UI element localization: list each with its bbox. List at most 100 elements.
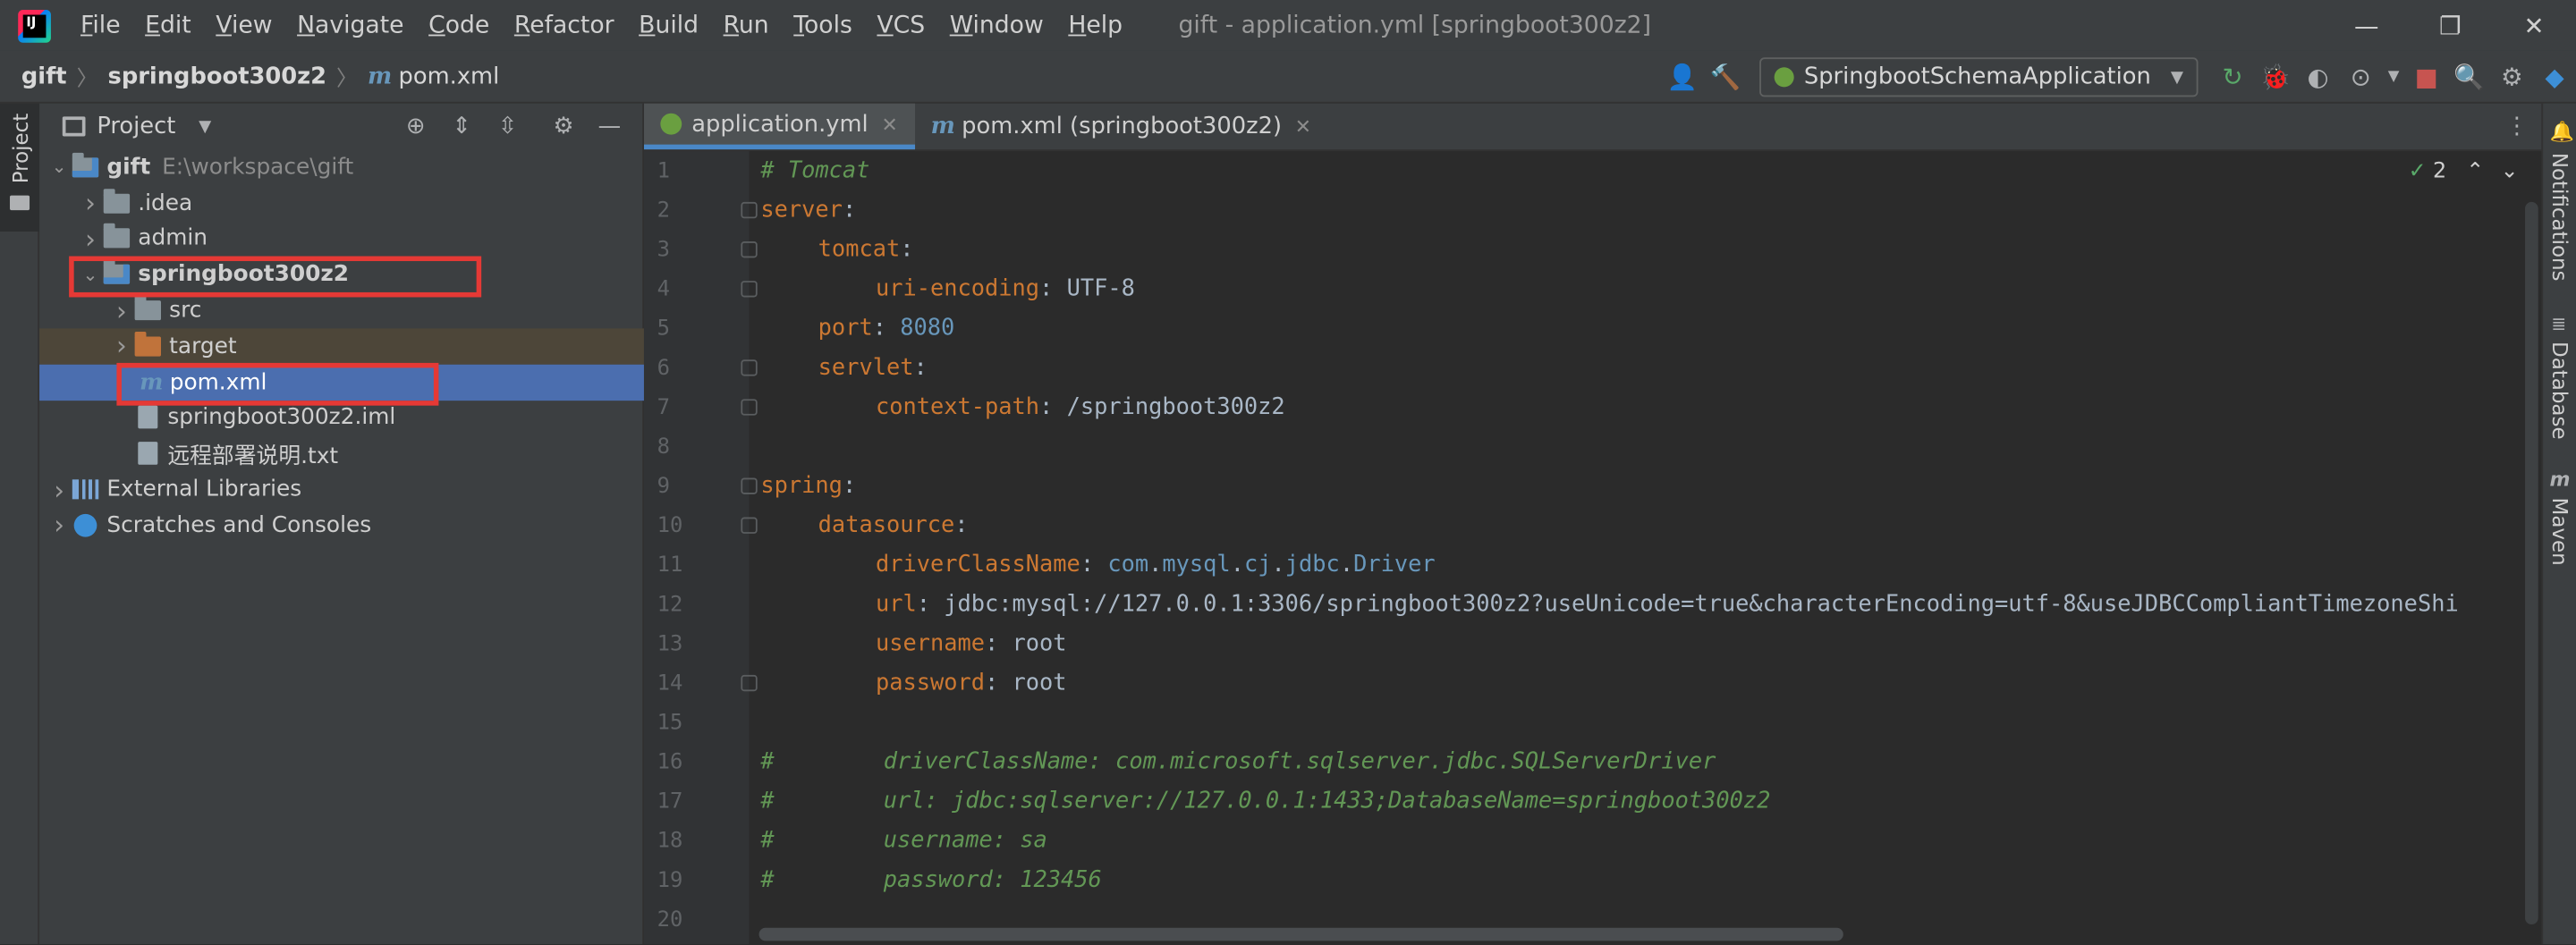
chevron-up-icon[interactable]: ⌃ — [2466, 159, 2484, 184]
restore-button[interactable]: ❐ — [2409, 0, 2493, 51]
chevron-right-icon[interactable]: › — [77, 224, 103, 255]
user-icon[interactable]: 👤 — [1661, 55, 1704, 98]
build-hammer-icon[interactable]: 🔨 — [1704, 55, 1747, 98]
project-tool-tab[interactable]: Project — [0, 103, 40, 232]
code-token: cj — [1243, 552, 1272, 578]
horizontal-scrollbar[interactable] — [758, 927, 1843, 941]
fold-marker-icon[interactable] — [741, 477, 758, 494]
chevron-down-icon[interactable]: ⌄ — [46, 156, 72, 178]
jetbrains-ai-icon[interactable]: ◆ — [2533, 55, 2576, 98]
breadcrumb-module[interactable]: springboot300z2 — [108, 63, 326, 89]
maven-tab[interactable]: Maven — [2548, 498, 2573, 566]
hide-panel-icon[interactable]: — — [587, 114, 632, 139]
excluded-folder-icon — [134, 331, 161, 357]
check-icon: ✓ — [2408, 159, 2427, 184]
editor-tab[interactable]: application.yml ✕ — [643, 103, 915, 150]
breadcrumb-file[interactable]: pom.xml — [399, 63, 500, 89]
editor-tab[interactable]: m pom.xml (springboot300z2) ✕ — [914, 104, 1327, 149]
chevron-right-icon[interactable]: › — [77, 188, 103, 219]
menu-run[interactable]: Run — [724, 13, 769, 38]
code-text: servlet: — [760, 355, 928, 381]
fold-marker-icon[interactable] — [741, 359, 758, 376]
breadcrumb-root[interactable]: gift — [21, 63, 67, 89]
line-number: 16 — [657, 749, 683, 775]
chevron-down-icon[interactable]: ▼ — [2382, 55, 2405, 98]
menu-tools[interactable]: Tools — [793, 13, 852, 38]
code-token: : — [954, 512, 969, 539]
code-text: # url: jdbc:sqlserver://127.0.0.1:1433;D… — [760, 789, 1770, 814]
profiler-icon[interactable]: ⊙ — [2339, 55, 2382, 98]
vertical-scrollbar[interactable] — [2525, 201, 2538, 925]
gear-icon[interactable]: ⚙ — [2490, 55, 2533, 98]
chevron-right-icon[interactable]: › — [46, 474, 72, 505]
minimize-button[interactable]: — — [2325, 0, 2409, 51]
menu-refactor[interactable]: Refactor — [514, 13, 614, 38]
stop-icon[interactable]: ■ — [2405, 55, 2448, 98]
expand-all-icon[interactable]: ⇕ — [438, 114, 484, 139]
more-options-icon[interactable]: ⋮ — [2505, 114, 2529, 139]
close-icon[interactable]: ✕ — [1295, 115, 1311, 139]
tree-item-label: admin — [138, 225, 208, 252]
rerun-icon[interactable]: ↻ — [2211, 55, 2254, 98]
coverage-icon[interactable]: ◐ — [2297, 55, 2340, 98]
fold-marker-icon[interactable] — [741, 674, 758, 692]
inspection-widget[interactable]: ✓ 2 ⌃ ⌄ — [2409, 159, 2519, 184]
fold-marker-icon[interactable] — [741, 240, 758, 258]
notifications-tab[interactable]: Notifications — [2548, 153, 2573, 282]
menu-file[interactable]: File — [80, 13, 121, 38]
tree-item-label: External Libraries — [106, 476, 302, 503]
code-token: password — [875, 670, 986, 696]
menu-help[interactable]: Help — [1068, 13, 1123, 38]
menu-edit[interactable]: Edit — [145, 13, 191, 38]
line-number: 20 — [657, 907, 683, 932]
code-token: : — [872, 315, 901, 342]
debug-icon[interactable]: 🐞 — [2254, 55, 2297, 98]
fold-marker-icon[interactable] — [741, 201, 758, 219]
close-icon[interactable]: ✕ — [881, 113, 897, 136]
chevron-right-icon[interactable]: › — [108, 295, 134, 326]
menu-build[interactable]: Build — [639, 13, 699, 38]
tree-item[interactable]: › src — [39, 292, 644, 328]
tree-item[interactable]: m pom.xml — [39, 364, 644, 401]
fold-marker-icon[interactable] — [741, 281, 758, 298]
chevron-down-icon[interactable]: ⌄ — [77, 264, 103, 285]
line-number: 4 — [657, 276, 671, 302]
tree-item[interactable]: 远程部署说明.txt — [39, 435, 644, 471]
chevron-down-icon[interactable]: ▼ — [199, 117, 211, 135]
menu-view[interactable]: View — [216, 13, 272, 38]
tree-item[interactable]: ⌄ gift E:\workspace\gift — [39, 149, 644, 185]
project-tree: ⌄ gift E:\workspace\gift › .idea › admin ⌄ sprin… — [39, 149, 644, 543]
tree-item[interactable]: › target — [39, 328, 644, 365]
menu-navigate[interactable]: Navigate — [297, 13, 404, 38]
close-button[interactable]: ✕ — [2492, 0, 2576, 51]
collapse-all-icon[interactable]: ⇳ — [485, 114, 530, 139]
chevron-down-icon[interactable]: ⌄ — [2501, 159, 2519, 184]
fold-marker-icon[interactable] — [741, 399, 758, 416]
code-line: 2 server: — [644, 190, 2541, 230]
search-icon[interactable]: 🔍 — [2448, 55, 2491, 98]
tree-item[interactable]: springboot300z2.iml — [39, 400, 644, 435]
menu-vcs[interactable]: VCS — [877, 13, 925, 38]
fold-marker-icon[interactable] — [741, 517, 758, 534]
tree-item[interactable]: ⌄ springboot300z2 — [39, 257, 644, 292]
run-configuration-select[interactable]: SpringbootSchemaApplication ▼ — [1759, 57, 2199, 97]
tree-item[interactable]: › External Libraries — [39, 471, 644, 507]
line-number: 6 — [657, 355, 671, 381]
line-number: 13 — [657, 631, 683, 656]
chevron-right-icon[interactable]: › — [108, 331, 134, 362]
menu-window[interactable]: Window — [950, 13, 1044, 38]
code-line: 7 context-path: /springboot300z2 — [644, 387, 2541, 426]
tree-item[interactable]: › .idea — [39, 185, 644, 221]
tree-item[interactable]: › Scratches and Consoles — [39, 507, 644, 543]
intellij-logo-icon[interactable]: IJ — [18, 9, 51, 42]
line-number: 1 — [657, 158, 671, 183]
menu-code[interactable]: Code — [428, 13, 489, 38]
code-editor[interactable]: 1 # Tomcat 2 server: 3 tomcat: 4 uri-encoding: … — [644, 151, 2541, 944]
chevron-right-icon: 〉 — [336, 67, 358, 92]
locate-file-icon[interactable]: ⊕ — [393, 114, 438, 139]
tree-item[interactable]: › admin — [39, 221, 644, 257]
gear-icon[interactable]: ⚙ — [540, 114, 586, 139]
chevron-right-icon[interactable]: › — [46, 510, 72, 541]
code-line: 9 spring: — [644, 467, 2541, 506]
database-tab[interactable]: Database — [2548, 342, 2573, 440]
